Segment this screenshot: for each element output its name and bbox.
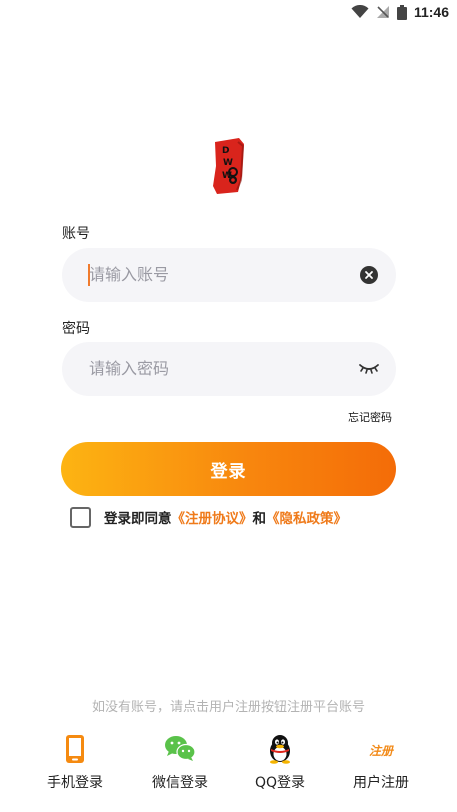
clear-icon[interactable] <box>360 266 378 284</box>
text-cursor <box>88 264 90 286</box>
svg-text:D: D <box>222 146 229 156</box>
agreement-prefix: 登录即同意 <box>104 511 172 527</box>
wechat-login-label: 微信登录 <box>152 775 208 791</box>
phone-login-label: 手机登录 <box>47 775 103 791</box>
qq-login-option[interactable]: QQ登录 <box>230 730 330 800</box>
app-logo: D W W <box>213 138 245 194</box>
status-time: 11:46 <box>413 4 449 20</box>
wechat-icon <box>165 736 196 761</box>
password-input[interactable]: 请输入密码 <box>62 342 396 396</box>
register-label: 用户注册 <box>353 775 409 791</box>
battery-icon <box>396 4 407 20</box>
bottom-login-options: 手机登录 微信登录 QQ登录 注册 用户注册 <box>0 730 457 800</box>
qq-login-label: QQ登录 <box>254 775 306 791</box>
login-button-label: 登录 <box>210 461 247 482</box>
phone-icon <box>66 735 84 763</box>
wifi-icon <box>351 5 369 18</box>
privacy-link[interactable]: 《隐私政策》 <box>266 511 347 527</box>
wechat-login-option[interactable]: 微信登录 <box>130 730 230 800</box>
password-label: 密码 <box>62 321 90 337</box>
register-hint: 如没有账号，请点击用户注册按钮注册平台账号 <box>91 700 365 715</box>
qq-penguin-icon <box>270 735 290 764</box>
register-icon: 注册 <box>368 744 394 758</box>
account-placeholder: 请输入账号 <box>89 265 170 284</box>
svg-text:W: W <box>223 158 233 168</box>
phone-login-option[interactable]: 手机登录 <box>25 730 125 800</box>
agreement-row: 登录即同意《注册协议》和《隐私政策》 <box>70 506 347 528</box>
register-option[interactable]: 注册 用户注册 <box>331 730 431 800</box>
login-button[interactable]: 登录 <box>61 442 396 496</box>
password-placeholder: 请输入密码 <box>89 359 170 378</box>
agreement-and: 和 <box>252 511 267 527</box>
forgot-password-link[interactable]: 忘记密码 <box>348 409 392 425</box>
account-label: 账号 <box>62 226 90 242</box>
no-signal-icon <box>376 6 389 18</box>
terms-link[interactable]: 《注册协议》 <box>172 511 253 527</box>
agreement-text: 登录即同意《注册协议》和《隐私政策》 <box>104 507 347 527</box>
account-input[interactable]: 请输入账号 <box>62 248 396 302</box>
eye-closed-icon[interactable] <box>358 361 380 375</box>
status-bar: 11:46 <box>0 0 457 28</box>
status-icons: 11:46 <box>351 4 449 20</box>
agreement-checkbox[interactable] <box>70 506 91 528</box>
